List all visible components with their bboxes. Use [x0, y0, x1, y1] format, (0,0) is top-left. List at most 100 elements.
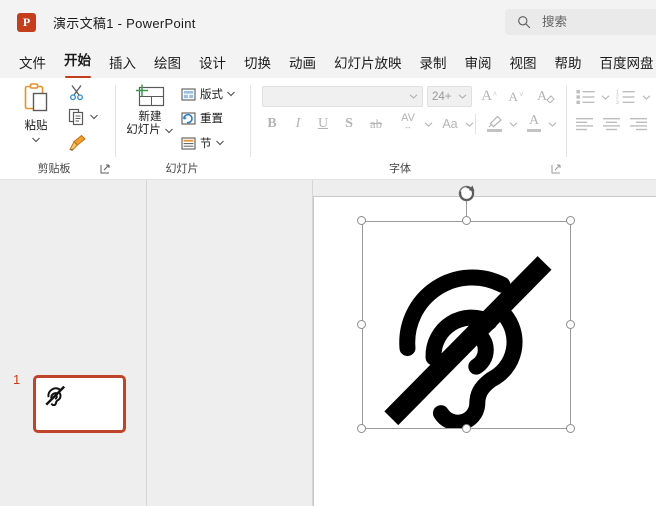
reset-label: 重置	[200, 113, 223, 125]
tab-label: 视图	[509, 56, 537, 71]
align-right-button[interactable]	[628, 114, 650, 134]
decrease-font-size-button[interactable]: A ˅	[505, 86, 527, 107]
font-dialog-launcher[interactable]	[551, 164, 562, 175]
reset-button[interactable]: 重置	[181, 110, 223, 126]
copy-icon	[68, 108, 84, 126]
font-color-swatch	[527, 129, 541, 132]
search-box[interactable]	[505, 9, 656, 35]
resize-handle-bottom-center[interactable]	[462, 424, 471, 433]
slide-thumbnail-pane[interactable]: 1	[0, 180, 147, 506]
text-shadow-button[interactable]: S	[339, 114, 359, 134]
new-slide-label-line2: 幻灯片	[126, 124, 161, 136]
text-highlight-button[interactable]	[483, 112, 505, 134]
format-painter-button[interactable]	[68, 134, 87, 153]
chevron-down-icon[interactable]	[424, 121, 433, 128]
window-title: 演示文稿1 - PowerPoint	[53, 16, 196, 31]
chevron-down-icon[interactable]	[509, 121, 518, 128]
align-center-button[interactable]	[601, 114, 623, 134]
section-label: 节	[200, 138, 212, 150]
chevron-down-icon	[90, 114, 98, 120]
paintbrush-icon	[69, 134, 86, 151]
search-input[interactable]	[540, 14, 656, 30]
strikethrough-button[interactable]: ab	[364, 114, 388, 134]
increase-font-size-label: A	[481, 88, 493, 104]
bold-button[interactable]: B	[262, 114, 282, 134]
tab-huandengpianfangying[interactable]: 幻灯片放映	[325, 52, 411, 78]
tab-shitu[interactable]: 视图	[501, 52, 546, 78]
section-button[interactable]: 节	[181, 135, 225, 151]
numbering-button[interactable]: 1 2 3	[614, 86, 638, 107]
change-case-button[interactable]: Aa	[437, 114, 463, 134]
font-name-combo[interactable]	[262, 86, 423, 107]
align-center-icon	[603, 118, 620, 131]
tab-label: 插入	[109, 56, 136, 71]
paste-icon	[24, 83, 48, 112]
slide-thumbnail-1[interactable]	[33, 375, 126, 433]
tab-label: 录制	[419, 56, 447, 71]
paste-button[interactable]: 粘贴	[9, 83, 63, 159]
group-divider	[250, 85, 251, 157]
tab-baiduwangpan[interactable]: 百度网盘	[591, 52, 656, 78]
resize-handle-bottom-left[interactable]	[357, 424, 366, 433]
chevron-down-icon	[409, 94, 418, 99]
tab-huitu[interactable]: 绘图	[145, 52, 190, 78]
clear-formatting-button[interactable]: A	[534, 86, 558, 107]
copy-button[interactable]	[68, 108, 99, 126]
thumbnail-number: 1	[13, 372, 21, 387]
tab-bangzhu[interactable]: 帮助	[546, 52, 591, 78]
group-divider	[566, 85, 567, 157]
tab-luzhi[interactable]: 录制	[411, 52, 456, 78]
tab-charu[interactable]: 插入	[100, 52, 145, 78]
cut-button[interactable]	[68, 84, 85, 101]
bullets-button[interactable]	[574, 86, 598, 107]
font-color-button[interactable]: font-color-icon A	[524, 112, 544, 134]
tab-label: 设计	[199, 56, 226, 71]
tab-kaishi[interactable]: 开始	[55, 49, 100, 78]
tab-label: 绘图	[154, 56, 181, 71]
spacing-arrows-icon: ↔	[404, 122, 412, 131]
align-left-button[interactable]	[574, 114, 596, 134]
tab-donghua[interactable]: 动画	[280, 52, 325, 78]
increase-font-size-button[interactable]: A ^	[478, 86, 500, 107]
tab-sheji[interactable]: 设计	[190, 52, 235, 78]
resize-handle-middle-left[interactable]	[357, 320, 366, 329]
tab-label: 审阅	[464, 56, 492, 71]
align-right-icon	[630, 118, 647, 131]
clipboard-dialog-launcher[interactable]	[100, 164, 111, 175]
text-shadow-label: S	[345, 116, 353, 131]
tab-label: 切换	[244, 56, 271, 71]
group-divider	[115, 85, 116, 157]
shape-selection-frame[interactable]	[357, 185, 575, 433]
font-size-combo[interactable]: 24+	[427, 86, 472, 107]
group-label-clipboard: 剪贴板	[37, 163, 71, 175]
strikethrough-label: ab	[369, 116, 383, 131]
layout-button[interactable]: 版式	[181, 86, 236, 102]
layout-label: 版式	[200, 89, 223, 101]
chevron-down-icon[interactable]	[601, 94, 610, 101]
resize-handle-top-left[interactable]	[357, 216, 366, 225]
resize-handle-bottom-right[interactable]	[566, 424, 575, 433]
divider-inline	[475, 114, 476, 134]
tab-wenjian[interactable]: 文件	[10, 52, 55, 78]
tab-shenyue[interactable]: 审阅	[456, 52, 501, 78]
tab-qiehuan[interactable]: 切换	[235, 52, 280, 78]
italic-button[interactable]: I	[288, 114, 308, 134]
eraser-icon	[546, 95, 555, 103]
caret-down-icon: ˅	[518, 90, 524, 99]
chevron-down-icon[interactable]	[548, 121, 557, 128]
font-color-letter: A	[528, 113, 540, 128]
chevron-down-icon[interactable]	[465, 121, 474, 128]
paste-label: 粘贴	[24, 120, 48, 132]
tab-label: 文件	[19, 56, 46, 71]
resize-handle-top-center[interactable]	[462, 216, 471, 225]
resize-handle-middle-right[interactable]	[566, 320, 575, 329]
underline-button[interactable]: U	[313, 114, 333, 134]
title-bar: P 演示文稿1 - PowerPoint	[0, 0, 656, 45]
character-spacing-button[interactable]: AV ↔	[392, 111, 424, 133]
rotation-handle[interactable]	[456, 183, 477, 204]
chevron-down-icon[interactable]	[642, 94, 651, 101]
decrease-font-size-label: A	[508, 88, 518, 104]
new-slide-button[interactable]: 新建 幻灯片	[124, 83, 176, 159]
reset-icon	[181, 111, 196, 125]
resize-handle-top-right[interactable]	[566, 216, 575, 225]
